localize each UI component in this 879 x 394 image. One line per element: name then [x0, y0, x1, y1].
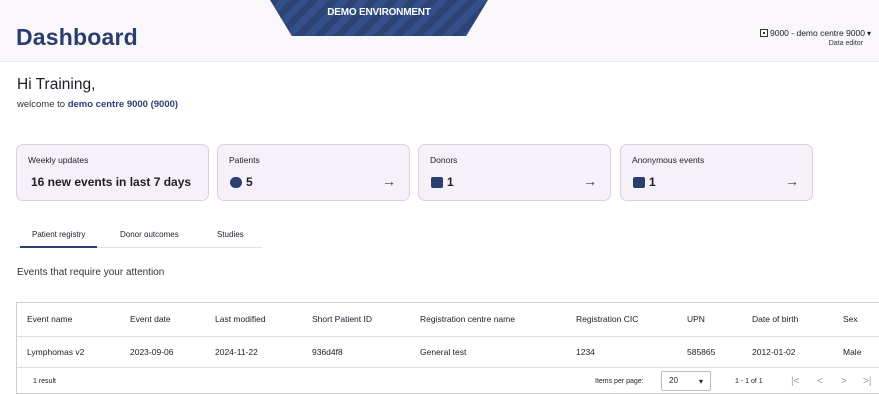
row-divider	[17, 336, 879, 337]
last-page-icon[interactable]: >|	[863, 376, 871, 387]
column-header[interactable]: Last modified	[215, 314, 266, 324]
card-value-row: 1	[633, 175, 656, 189]
column-header[interactable]: Registration centre name	[420, 314, 515, 324]
arrow-right-icon[interactable]: →	[583, 173, 597, 189]
centre-selector[interactable]: 9000 - demo centre 9000 ▾ Data editor	[760, 28, 871, 47]
page-range: 1 - 1 of 1	[735, 378, 763, 385]
arrow-right-icon[interactable]: →	[382, 173, 396, 189]
table-cell[interactable]: 2012-01-02	[752, 347, 795, 357]
card-value: 1	[649, 175, 656, 189]
centre-name-row[interactable]: 9000 - demo centre 9000 ▾	[760, 28, 871, 38]
donor-card-icon	[431, 176, 443, 188]
table-cell[interactable]: Male	[843, 347, 861, 357]
tab-donor-outcomes[interactable]: Donor outcomes	[120, 230, 179, 239]
tab-patient-registry[interactable]: Patient registry	[19, 230, 98, 248]
card-value: 5	[246, 175, 253, 189]
result-count: 1 result	[33, 378, 56, 385]
next-page-icon[interactable]: >	[841, 376, 847, 387]
welcome-prefix: welcome to	[17, 99, 66, 110]
card-value-row: 5	[230, 175, 253, 189]
page-title: Dashboard	[16, 24, 138, 50]
tab-studies[interactable]: Studies	[217, 230, 244, 239]
centre-name: 9000 - demo centre 9000	[770, 28, 865, 38]
section-title: Events that require your attention	[17, 267, 165, 278]
table-cell[interactable]: Lymphomas v2	[27, 347, 84, 357]
events-table: Event name Event date Last modified Shor…	[16, 302, 879, 394]
column-header[interactable]: Registration CIC	[576, 314, 638, 324]
card-weekly-updates: Weekly updates 16 new events in last 7 d…	[16, 144, 209, 201]
table-cell[interactable]: General test	[420, 347, 466, 357]
column-header[interactable]: Date of birth	[752, 314, 798, 324]
card-label: Weekly updates	[28, 155, 89, 165]
table-cell[interactable]: 1234	[576, 347, 595, 357]
items-per-page-label: Items per page:	[595, 378, 644, 385]
column-header[interactable]: Event name	[27, 314, 72, 324]
row-divider	[17, 367, 879, 368]
table-cell[interactable]: 936d4f8	[312, 347, 343, 357]
items-per-page-select[interactable]: 20 ▾	[661, 371, 711, 391]
welcome-text: welcome to demo centre 9000 (9000)	[17, 99, 178, 110]
card-label: Anonymous events	[632, 155, 705, 165]
dropdown-arrow-icon: ▾	[698, 377, 703, 386]
table-cell[interactable]: 2023-09-06	[130, 347, 173, 357]
card-value-row: 1	[431, 175, 454, 189]
first-page-icon[interactable]: |<	[791, 376, 799, 387]
table-cell[interactable]: 585865	[687, 347, 715, 357]
welcome-centre: demo centre 9000 (9000)	[67, 99, 179, 110]
card-value: 16 new events in last 7 days	[31, 175, 192, 189]
demo-banner-label: DEMO ENVIRONMENT	[327, 7, 431, 18]
medical-kit-icon	[633, 176, 645, 188]
column-header[interactable]: UPN	[687, 314, 705, 324]
column-header[interactable]: Short Patient ID	[312, 314, 372, 324]
card-patients[interactable]: Patients 5 →	[217, 144, 410, 201]
column-header[interactable]: Event date	[130, 314, 171, 324]
chevron-down-icon[interactable]: ▾	[867, 29, 871, 38]
card-label: Patients	[229, 155, 260, 165]
card-value: 1	[447, 175, 454, 189]
items-per-page-value: 20	[669, 376, 678, 385]
table-cell[interactable]: 2024-11-22	[215, 347, 258, 357]
demo-environment-banner: DEMO ENVIRONMENT	[270, 0, 488, 36]
card-donors[interactable]: Donors 1 →	[418, 144, 611, 201]
app-header: Dashboard DEMO ENVIRONMENT 9000 - demo c…	[0, 0, 879, 62]
previous-page-icon[interactable]: <	[817, 376, 823, 387]
centre-icon	[760, 29, 768, 37]
column-header[interactable]: Sex	[843, 314, 858, 324]
tab-bar: Patient registry Donor outcomes Studies	[16, 222, 262, 248]
greeting-heading: Hi Training,	[17, 76, 96, 93]
person-icon	[230, 176, 242, 188]
arrow-right-icon[interactable]: →	[785, 173, 799, 189]
card-anonymous-events[interactable]: Anonymous events 1 →	[620, 144, 813, 201]
user-role: Data editor	[828, 40, 863, 47]
card-label: Donors	[430, 155, 458, 165]
